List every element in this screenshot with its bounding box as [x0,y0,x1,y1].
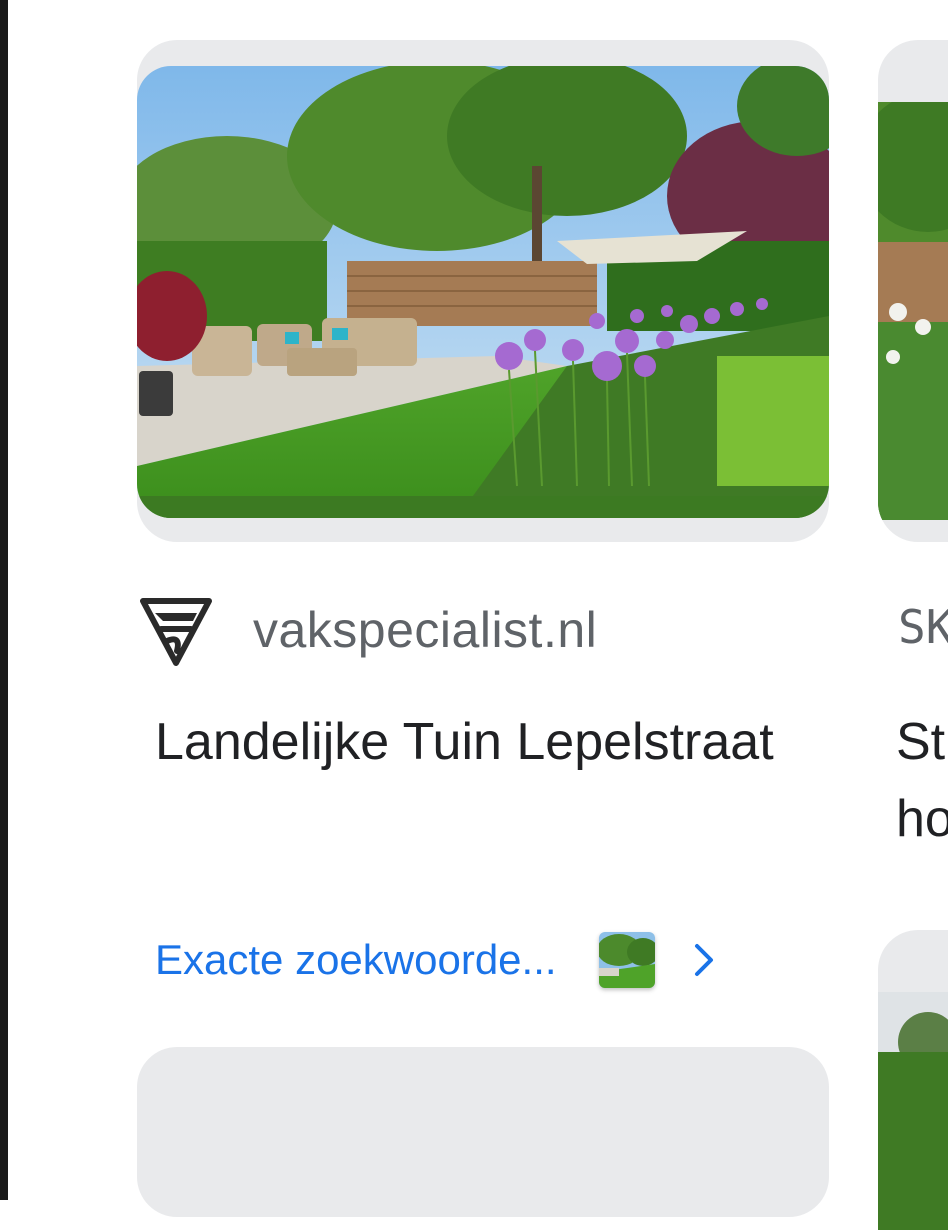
result-card-placeholder[interactable] [137,1047,829,1217]
peek-result-title[interactable]: St ho [896,704,948,858]
garden-photo-peek-2 [878,992,948,1230]
left-border [0,0,8,1200]
result-card[interactable]: vakspecialist.nl Landelijke Tuin Lepelst… [137,40,829,988]
result-image[interactable] [137,40,829,542]
peek-source-name: SK [898,600,948,654]
source[interactable]: vakspecialist.nl [137,590,597,670]
exact-keywords-label[interactable]: Exacte zoekwoorde... [155,936,557,984]
vakspecialist-shield-logo-icon [140,598,212,666]
source-name: vakspecialist.nl [253,602,598,658]
garden-thumbnail[interactable] [598,932,655,988]
garden-photo [137,66,829,518]
chevron-right-icon[interactable] [689,940,719,980]
result-title[interactable]: Landelijke Tuin Lepelstraat [155,704,815,781]
garden-photo-peek [878,102,948,520]
exact-keywords-link[interactable]: Exacte zoekwoorde... [155,925,815,995]
result-image-peek[interactable] [878,40,948,542]
result-card-peek-2[interactable] [878,930,948,1230]
result-card-peek[interactable]: SK St ho [878,40,948,848]
